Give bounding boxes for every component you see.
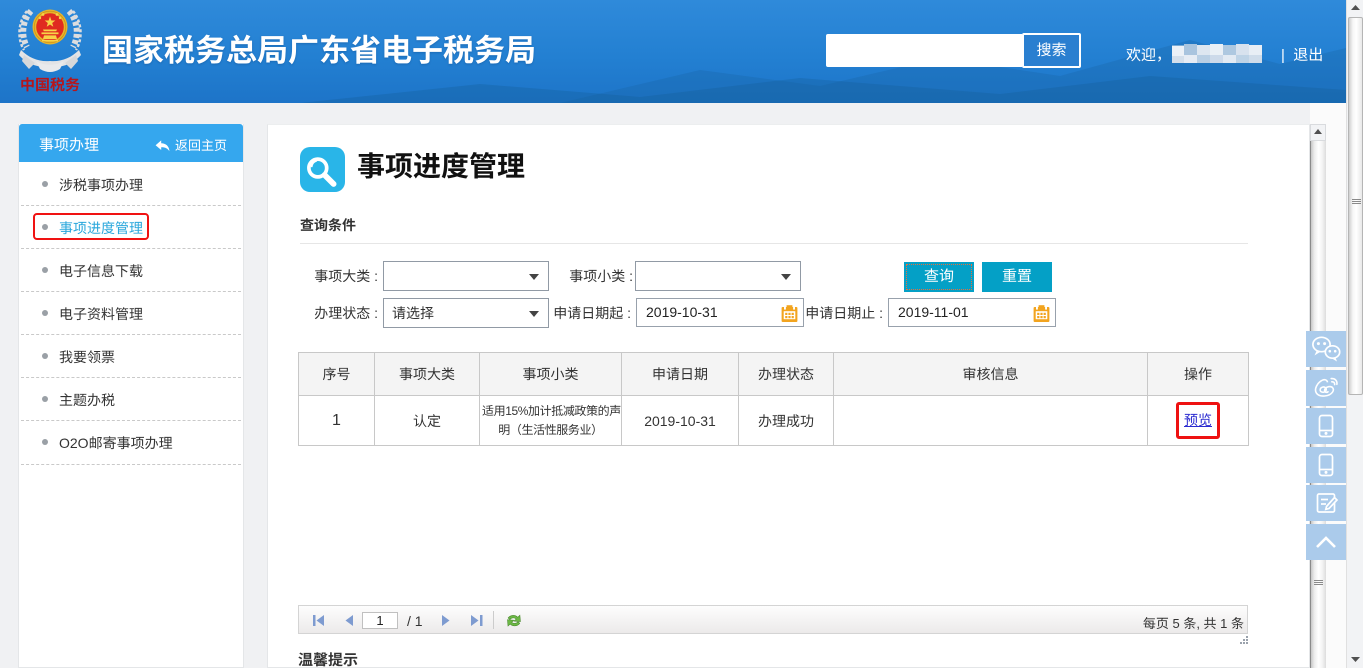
- svg-text:中国税务: 中国税务: [20, 74, 80, 95]
